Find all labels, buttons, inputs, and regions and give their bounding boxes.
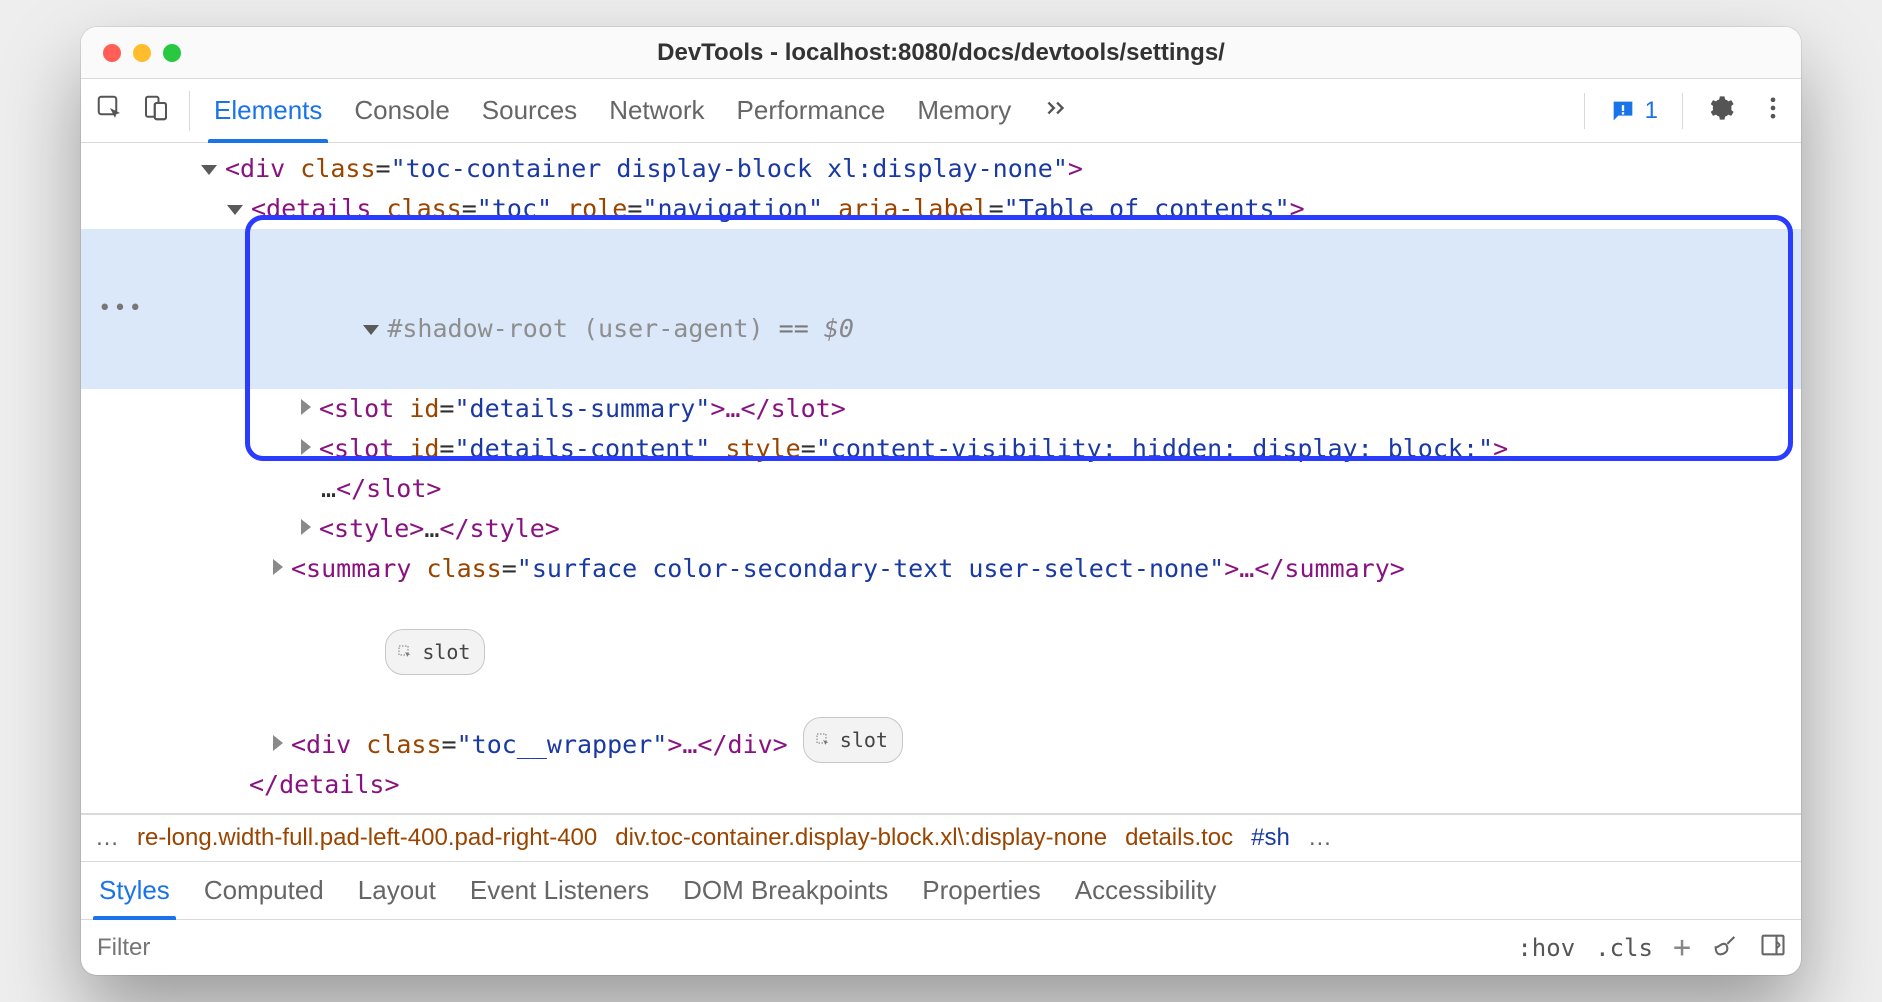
dom-node[interactable]: …</slot> (81, 469, 1801, 509)
zoom-window-icon[interactable] (163, 44, 181, 62)
breadcrumb-item[interactable]: details.toc (1125, 824, 1233, 852)
breadcrumb-item[interactable]: div.toc-container.display-block.xl\:disp… (615, 824, 1107, 852)
breadcrumb-overflow-left[interactable]: … (95, 824, 119, 852)
styles-tabbar: Styles Computed Layout Event Listeners D… (81, 861, 1801, 919)
breadcrumb-item[interactable]: re-long.width-full.pad-left-400.pad-righ… (137, 824, 597, 852)
hov-toggle[interactable]: :hov (1517, 934, 1575, 962)
device-toolbar-icon[interactable] (141, 93, 171, 128)
kebab-menu-icon[interactable] (1759, 94, 1787, 127)
dom-node[interactable]: <style>…</style> (81, 509, 1801, 549)
reveal-slot-badge[interactable]: slot (803, 717, 903, 763)
dom-node-badge-row: slot (81, 589, 1801, 717)
window-title: DevTools - localhost:8080/docs/devtools/… (81, 39, 1801, 67)
dom-node[interactable]: </details> (81, 765, 1801, 805)
dom-node[interactable]: <summary class="surface color-secondary-… (81, 549, 1801, 589)
subtab-accessibility[interactable]: Accessibility (1075, 862, 1217, 919)
main-toolbar: Elements Console Sources Network Perform… (81, 79, 1801, 143)
dom-node-selected[interactable]: ••• #shadow-root (user-agent) == $0 (81, 229, 1801, 389)
window-controls (81, 44, 181, 62)
dom-node[interactable]: <slot id="details-summary">…</slot> (81, 389, 1801, 429)
tab-performance[interactable]: Performance (737, 79, 886, 142)
subtab-dom-breakpoints[interactable]: DOM Breakpoints (683, 862, 888, 919)
tab-sources[interactable]: Sources (482, 79, 577, 142)
dom-tree[interactable]: <div class="toc-container display-block … (81, 143, 1801, 813)
tab-memory[interactable]: Memory (917, 79, 1011, 142)
minimize-window-icon[interactable] (133, 44, 151, 62)
dom-node[interactable]: <slot id="details-content" style="conten… (81, 429, 1801, 469)
computed-sidebar-toggle-icon[interactable] (1759, 931, 1787, 965)
breadcrumb-bar[interactable]: … re-long.width-full.pad-left-400.pad-ri… (81, 813, 1801, 861)
subtab-styles[interactable]: Styles (99, 862, 170, 919)
close-window-icon[interactable] (103, 44, 121, 62)
tab-console[interactable]: Console (354, 79, 449, 142)
subtab-layout[interactable]: Layout (358, 862, 436, 919)
breadcrumb-item-current[interactable]: #sh (1251, 824, 1290, 852)
subtab-event-listeners[interactable]: Event Listeners (470, 862, 649, 919)
subtab-properties[interactable]: Properties (922, 862, 1041, 919)
dom-node[interactable]: <div class="toc-container display-block … (81, 149, 1801, 189)
dom-node[interactable]: <div class="toc__wrapper">…</div> slot (81, 717, 1801, 765)
issues-count: 1 (1645, 97, 1658, 125)
devtools-window: DevTools - localhost:8080/docs/devtools/… (81, 27, 1801, 975)
dom-node[interactable]: <details class="toc" role="navigation" a… (81, 189, 1801, 229)
filter-input[interactable] (95, 933, 1517, 963)
subtab-computed[interactable]: Computed (204, 862, 324, 919)
breadcrumb-overflow-right[interactable]: … (1308, 824, 1332, 852)
reveal-slot-badge[interactable]: slot (385, 629, 485, 675)
gutter-dots-icon[interactable]: ••• (98, 289, 144, 329)
tab-elements[interactable]: Elements (214, 79, 322, 142)
cls-toggle[interactable]: .cls (1595, 934, 1653, 962)
inspect-icon[interactable] (95, 93, 125, 128)
new-style-rule-icon[interactable]: + (1673, 930, 1691, 965)
tab-network[interactable]: Network (609, 79, 704, 142)
issues-button[interactable]: 1 (1609, 97, 1658, 125)
paint-brush-icon[interactable] (1711, 931, 1739, 965)
more-tabs-icon[interactable] (1043, 95, 1069, 126)
titlebar: DevTools - localhost:8080/docs/devtools/… (81, 27, 1801, 79)
styles-filter-bar: :hov .cls + (81, 919, 1801, 975)
settings-icon[interactable] (1707, 94, 1735, 127)
